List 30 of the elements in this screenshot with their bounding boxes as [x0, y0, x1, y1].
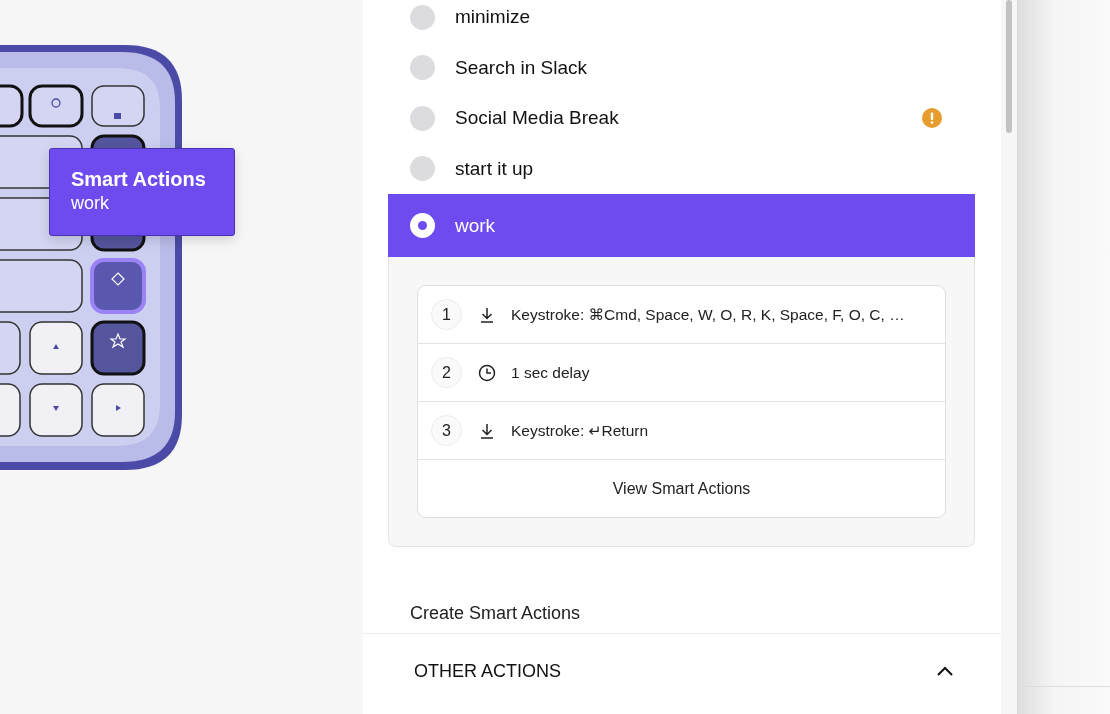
- step-number: 1: [431, 299, 462, 330]
- selected-action-row[interactable]: work: [388, 194, 976, 257]
- action-row[interactable]: minimize: [388, 0, 976, 43]
- step-text: 1 sec delay: [511, 363, 590, 382]
- radio-button[interactable]: [410, 156, 435, 182]
- download-icon: [478, 421, 496, 440]
- action-label: Social Media Break: [455, 107, 620, 130]
- action-label: start it up: [455, 157, 535, 180]
- create-smart-actions-link[interactable]: Create Smart Actions: [410, 593, 581, 633]
- action-label: work: [455, 214, 497, 237]
- step-number: 3: [431, 415, 462, 446]
- action-row[interactable]: Social Media Break: [388, 93, 976, 144]
- tooltip-subtitle: work: [71, 192, 109, 215]
- action-label: Search in Slack: [455, 56, 588, 79]
- tooltip-title: Smart Actions: [71, 167, 206, 191]
- scrollbar[interactable]: [1001, 0, 1018, 714]
- action-label: minimize: [455, 6, 531, 29]
- other-actions-header[interactable]: OTHER ACTIONS: [363, 634, 1002, 708]
- view-smart-actions-button[interactable]: View Smart Actions: [418, 460, 946, 517]
- step-text: Keystroke: ↵Return: [511, 421, 649, 440]
- radio-button[interactable]: [410, 55, 435, 81]
- action-row[interactable]: start it up: [388, 143, 976, 194]
- action-row[interactable]: Search in Slack: [388, 42, 976, 93]
- download-icon: [478, 305, 496, 324]
- step-text: Keystroke: ⌘Cmd, Space, W, O, R, K, Space, F, O, C, …: [511, 305, 905, 324]
- radio-button[interactable]: [410, 4, 435, 30]
- radio-button[interactable]: [410, 213, 435, 238]
- radio-button[interactable]: [410, 105, 435, 131]
- clock-icon: [478, 363, 496, 382]
- step-number: 2: [431, 357, 462, 388]
